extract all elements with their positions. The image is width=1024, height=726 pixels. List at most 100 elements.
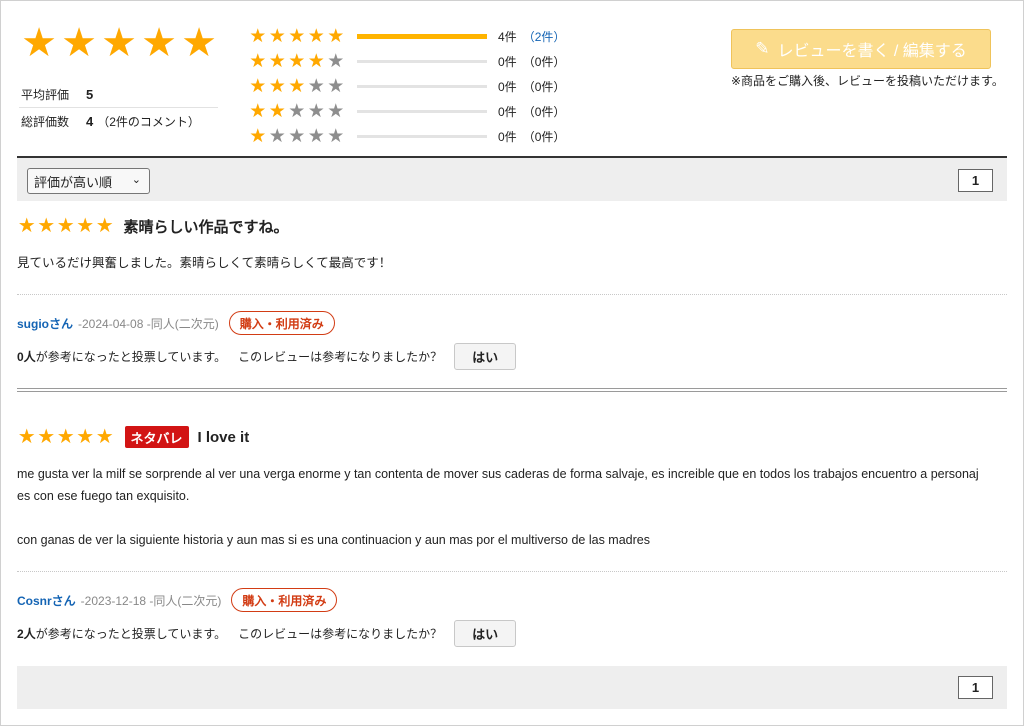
total-rating-row: 総評価数 4 （2件のコメント） — [19, 108, 218, 135]
distribution-stars: ★ ★ ★ ★ ★ — [248, 100, 346, 122]
distribution-row-5: ★ ★ ★ ★ ★ 4件 （2件） — [248, 24, 565, 49]
star-icon: ★ — [307, 125, 325, 147]
review-date: -2024-04-08 -同人(二次元) — [78, 316, 219, 331]
rating-distribution: ★ ★ ★ ★ ★ 4件 （2件） ★ ★ ★ ★ ★ 0件 （0件） ★ ★ ★ ★ ★ 0件 （0件） ★ ★ ★ ★ ★ 0件… — [248, 24, 565, 149]
star-icon: ★ — [327, 100, 345, 122]
distribution-stars: ★ ★ ★ ★ ★ — [248, 75, 346, 97]
star-icon: ★ — [61, 21, 97, 65]
star-icon: ★ — [141, 21, 177, 65]
distribution-bar — [357, 110, 487, 113]
star-icon: ★ — [249, 25, 267, 47]
star-icon: ★ — [268, 125, 286, 147]
average-label: 平均評価 — [21, 87, 70, 102]
star-icon: ★ — [101, 21, 137, 65]
review-author-link[interactable]: sugioさん — [17, 315, 73, 332]
review-author-link[interactable]: Cosnrさん — [17, 592, 76, 609]
distribution-count: 0件 — [498, 130, 517, 144]
star-icon: ★ — [21, 21, 57, 65]
distribution-stars: ★ ★ ★ ★ ★ — [248, 125, 346, 147]
helpful-yes-button[interactable]: はい — [454, 619, 517, 647]
review-divider — [17, 571, 1007, 572]
page-number-button[interactable]: 1 — [958, 169, 993, 192]
review-header: ★ ★ ★ ★ ★ ネタバレ I love it — [17, 424, 249, 450]
toolbar-underline — [17, 203, 176, 205]
helpful-vote-row: 2人 が参考になったと投票しています。 このレビューは参考になりましたか？ はい — [17, 619, 517, 647]
distribution-stars: ★ ★ ★ ★ ★ — [248, 50, 346, 72]
review-body-line: me gusta ver la milf se sorprende al ver… — [17, 467, 979, 481]
star-icon: ★ — [307, 25, 325, 47]
chevron-down-icon: ⌄ — [131, 174, 141, 186]
star-icon: ★ — [268, 75, 286, 97]
star-icon: ★ — [249, 125, 267, 147]
star-icon: ★ — [268, 100, 286, 122]
star-icon: ★ — [288, 100, 306, 122]
distribution-count: 0件 — [498, 55, 517, 69]
average-rating-row: 平均評価 5 — [19, 81, 218, 108]
distribution-row-3: ★ ★ ★ ★ ★ 0件 （0件） — [248, 74, 565, 99]
review-header: ★ ★ ★ ★ ★ 素晴らしい作品ですね。 — [17, 213, 289, 239]
review-body: me gusta ver la milf se sorprende al ver… — [17, 463, 1007, 551]
review-body-line: es con ese fuego tan exquisito. — [17, 489, 190, 503]
star-icon: ★ — [288, 125, 306, 147]
distribution-bar — [357, 135, 487, 138]
review-stars: ★ ★ ★ ★ ★ — [17, 215, 115, 237]
distribution-comments: （0件） — [522, 130, 566, 144]
write-review-note: ※商品をご購入後、レビューを投稿いただけます。 — [731, 74, 1004, 88]
star-icon: ★ — [249, 75, 267, 97]
review-title: 素晴らしい作品ですね。 — [123, 218, 289, 236]
star-icon: ★ — [288, 50, 306, 72]
star-icon: ★ — [56, 215, 75, 237]
distribution-count: 0件 — [498, 105, 517, 119]
distribution-bar-fill — [357, 34, 487, 39]
review-stars: ★ ★ ★ ★ ★ — [17, 426, 115, 448]
distribution-comments: （0件） — [522, 55, 566, 69]
total-label: 総評価数 — [21, 115, 70, 129]
helpful-text: が参考になったと投票しています。 — [35, 626, 227, 641]
star-icon: ★ — [181, 21, 217, 65]
distribution-row-2: ★ ★ ★ ★ ★ 0件 （0件） — [248, 99, 565, 124]
star-icon: ★ — [37, 426, 56, 448]
review-body-line: con ganas de ver la siguiente historia y… — [17, 533, 650, 547]
helpful-question: このレビューは参考になりましたか？ — [238, 626, 443, 641]
page-number-button[interactable]: 1 — [958, 676, 993, 699]
star-icon: ★ — [37, 215, 56, 237]
star-icon: ★ — [268, 25, 286, 47]
star-icon: ★ — [56, 426, 75, 448]
star-icon: ★ — [249, 100, 267, 122]
distribution-bar — [357, 85, 487, 88]
distribution-count: 0件 — [498, 80, 517, 94]
review-toolbar: 評価が高い順 ⌄ 1 — [17, 156, 1007, 205]
helpful-question: このレビューは参考になりましたか？ — [238, 349, 443, 364]
star-icon: ★ — [17, 215, 36, 237]
distribution-row-1: ★ ★ ★ ★ ★ 0件 （0件） — [248, 124, 565, 149]
purchased-badge: 購入・利用済み — [228, 311, 335, 335]
pagination-footer: 1 — [17, 666, 1007, 709]
star-icon: ★ — [307, 100, 325, 122]
distribution-comments: （0件） — [522, 80, 566, 94]
star-icon: ★ — [268, 50, 286, 72]
rating-summary: ★ ★ ★ ★ ★ 平均評価 5 総評価数 4 （2件のコメント） ★ ★ ★ ★ ★ 4… — [0, 0, 1024, 157]
sort-selected-label: 評価が高い順 — [34, 174, 113, 190]
star-icon: ★ — [327, 25, 345, 47]
sort-select[interactable]: 評価が高い順 ⌄ — [27, 168, 150, 194]
review-date: -2023-12-18 -同人(二次元) — [80, 593, 222, 608]
distribution-comments[interactable]: （2件） — [523, 28, 566, 45]
helpful-yes-button[interactable]: はい — [454, 342, 517, 370]
star-icon: ★ — [327, 75, 345, 97]
review-separator — [17, 388, 1007, 392]
star-icon: ★ — [327, 50, 345, 72]
distribution-comments: （0件） — [522, 105, 566, 119]
review-meta: sugioさん -2024-04-08 -同人(二次元) 購入・利用済み — [17, 311, 335, 335]
spoiler-badge: ネタバレ — [124, 426, 189, 448]
star-icon: ★ — [95, 215, 114, 237]
purchased-badge: 購入・利用済み — [231, 588, 338, 612]
star-icon: ★ — [307, 50, 325, 72]
helpful-count: 2人 — [17, 626, 36, 641]
average-stars: ★ ★ ★ ★ ★ — [19, 22, 219, 64]
star-icon: ★ — [76, 426, 95, 448]
helpful-text: が参考になったと投票しています。 — [35, 349, 227, 364]
star-icon: ★ — [327, 125, 345, 147]
write-review-button[interactable]: ✎ レビューを書く / 編集する — [731, 29, 991, 69]
average-value: 5 — [86, 86, 94, 102]
star-icon: ★ — [17, 426, 36, 448]
